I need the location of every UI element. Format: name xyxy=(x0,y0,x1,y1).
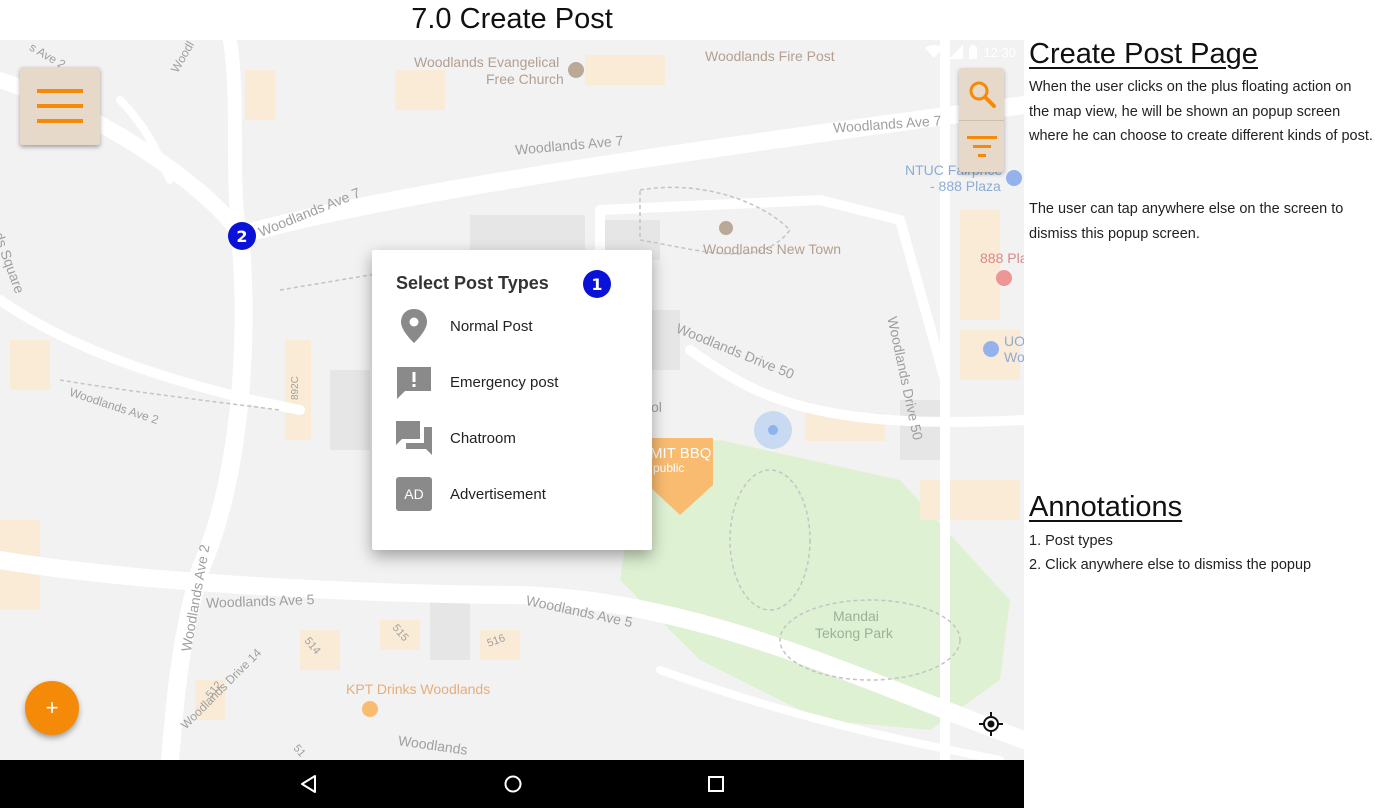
annotation-item: 2. Click anywhere else to dismiss the po… xyxy=(1029,557,1312,573)
select-post-types-dialog: Select Post Types 1 Normal Post Emergenc… xyxy=(372,250,652,550)
sidebar-heading: Create Post Page xyxy=(1029,38,1258,70)
wifi-icon xyxy=(925,45,944,58)
ad-icon: AD xyxy=(396,476,432,512)
annotations-heading: Annotations xyxy=(1029,491,1183,523)
back-button[interactable] xyxy=(297,772,321,796)
option-label: Normal Post xyxy=(450,317,533,335)
option-label: Advertisement xyxy=(450,485,546,503)
back-triangle-icon xyxy=(301,775,316,793)
recents-button[interactable] xyxy=(704,772,728,796)
home-button[interactable] xyxy=(501,772,525,796)
android-nav-bar xyxy=(0,760,1024,808)
alert-message-icon xyxy=(396,364,432,400)
device-screen: Woodlands Evangelical Free Church Woodla… xyxy=(0,40,1024,808)
status-time: 12:30 xyxy=(983,44,1016,60)
dialog-title: Select Post Types xyxy=(396,273,549,293)
option-advertisement[interactable]: AD Advertisement xyxy=(396,474,636,514)
option-label: Chatroom xyxy=(450,429,516,447)
battery-icon xyxy=(969,45,978,59)
annotation-badge-2: 2 xyxy=(228,222,256,250)
annotations-list: 1. Post types 2. Click anywhere else to … xyxy=(1029,529,1374,577)
home-circle-icon xyxy=(504,775,522,793)
option-chatroom[interactable]: Chatroom xyxy=(396,418,636,458)
sidebar-paragraph-2: The user can tap anywhere else on the sc… xyxy=(1029,201,1344,242)
filter-button[interactable] xyxy=(959,120,1004,173)
my-location-button[interactable] xyxy=(979,712,1003,736)
option-emergency-post[interactable]: Emergency post xyxy=(396,362,636,402)
signal-icon xyxy=(949,45,964,59)
location-pin-icon xyxy=(396,308,432,344)
search-icon xyxy=(969,81,996,108)
sidebar-paragraph-1: When the user clicks on the plus floatin… xyxy=(1029,79,1373,144)
map-tools xyxy=(959,68,1004,172)
annotation-item: 1. Post types xyxy=(1029,533,1113,549)
search-button[interactable] xyxy=(959,68,1004,120)
chat-bubbles-icon xyxy=(396,420,432,456)
page-title: 7.0 Create Post xyxy=(411,3,613,35)
hamburger-icon xyxy=(37,89,83,123)
annotation-badge-1: 1 xyxy=(583,270,611,298)
status-bar: 12:30 xyxy=(0,40,1024,64)
create-post-fab[interactable]: + xyxy=(25,681,79,735)
option-label: Emergency post xyxy=(450,373,559,391)
filter-icon xyxy=(966,136,997,157)
option-normal-post[interactable]: Normal Post xyxy=(396,306,636,346)
menu-button[interactable] xyxy=(20,67,100,145)
crosshair-icon xyxy=(979,712,1003,736)
recents-square-icon xyxy=(708,776,724,792)
